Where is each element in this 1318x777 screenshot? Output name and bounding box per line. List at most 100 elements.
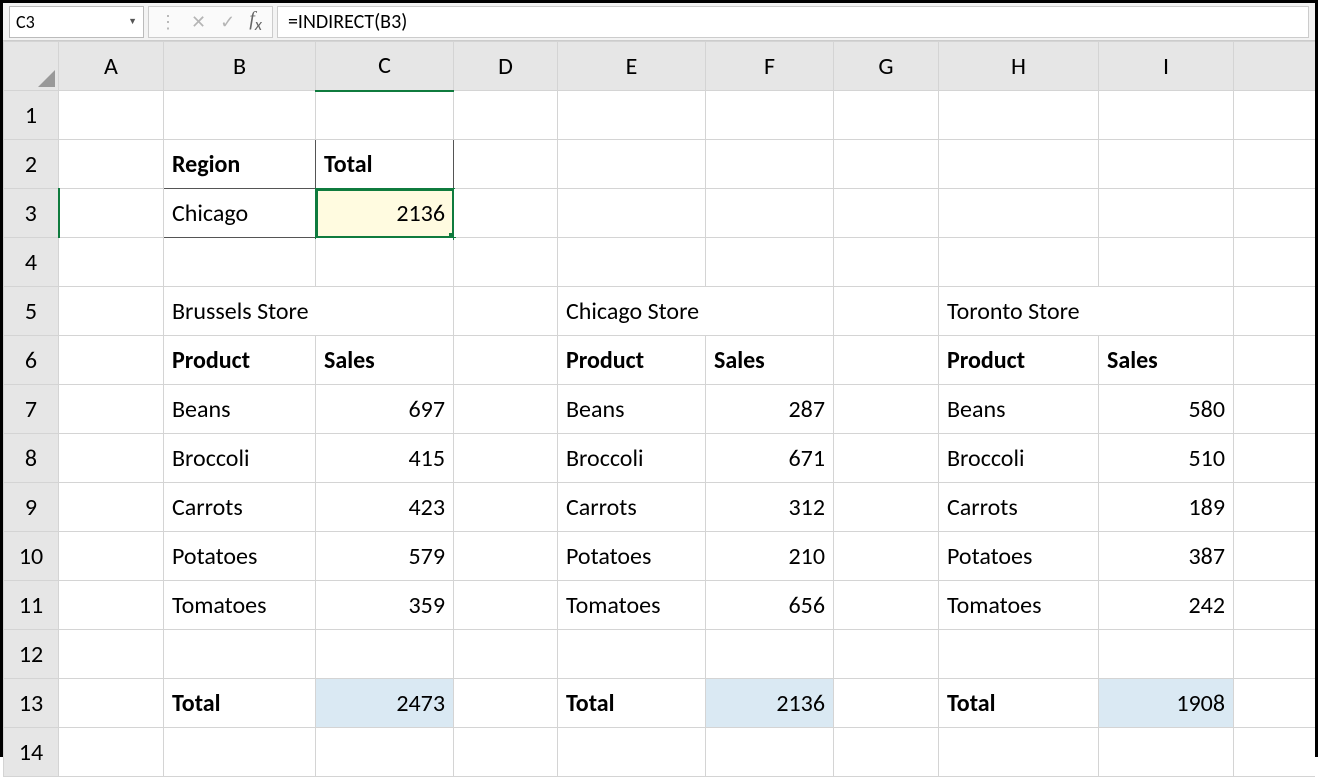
cell-G9[interactable] bbox=[834, 483, 939, 532]
cell-I3[interactable] bbox=[1099, 189, 1234, 238]
row-header-9[interactable]: 9 bbox=[4, 483, 59, 532]
cell-F8[interactable]: 671 bbox=[706, 434, 834, 483]
cell-A7[interactable] bbox=[59, 385, 164, 434]
cell-H14[interactable] bbox=[939, 728, 1099, 777]
cell-E8[interactable]: Broccoli bbox=[558, 434, 706, 483]
cell-C2[interactable]: Total bbox=[316, 140, 454, 189]
cell-J11[interactable] bbox=[1234, 581, 1316, 630]
row-header-8[interactable]: 8 bbox=[4, 434, 59, 483]
cell-C3[interactable]: 2136 bbox=[316, 189, 454, 238]
cell-E9[interactable]: Carrots bbox=[558, 483, 706, 532]
cell-G7[interactable] bbox=[834, 385, 939, 434]
cell-A1[interactable] bbox=[59, 91, 164, 140]
cancel-icon[interactable]: ✕ bbox=[191, 11, 206, 33]
cell-G1[interactable] bbox=[834, 91, 939, 140]
cell-D10[interactable] bbox=[454, 532, 558, 581]
cell-I12[interactable] bbox=[1099, 630, 1234, 679]
cell-H2[interactable] bbox=[939, 140, 1099, 189]
cell-J2[interactable] bbox=[1234, 140, 1316, 189]
cell-B12[interactable] bbox=[164, 630, 316, 679]
cell-A12[interactable] bbox=[59, 630, 164, 679]
cell-B14[interactable] bbox=[164, 728, 316, 777]
cell-D6[interactable] bbox=[454, 336, 558, 385]
cell-E10[interactable]: Potatoes bbox=[558, 532, 706, 581]
cell-C4[interactable] bbox=[316, 238, 454, 287]
cell-J10[interactable] bbox=[1234, 532, 1316, 581]
row-header-13[interactable]: 13 bbox=[4, 679, 59, 728]
cell-E5[interactable]: Chicago Store bbox=[558, 287, 706, 336]
cell-B11[interactable]: Tomatoes bbox=[164, 581, 316, 630]
cell-B4[interactable] bbox=[164, 238, 316, 287]
cell-B3[interactable]: Chicago bbox=[164, 189, 316, 238]
cell-B6[interactable]: Product bbox=[164, 336, 316, 385]
cell-H6[interactable]: Product bbox=[939, 336, 1099, 385]
cell-F2[interactable] bbox=[706, 140, 834, 189]
cell-A13[interactable] bbox=[59, 679, 164, 728]
cell-C14[interactable] bbox=[316, 728, 454, 777]
cell-I4[interactable] bbox=[1099, 238, 1234, 287]
cell-B2[interactable]: Region bbox=[164, 140, 316, 189]
cell-I9[interactable]: 189 bbox=[1099, 483, 1234, 532]
cell-G2[interactable] bbox=[834, 140, 939, 189]
cell-F3[interactable] bbox=[706, 189, 834, 238]
row-header-5[interactable]: 5 bbox=[4, 287, 59, 336]
cell-E14[interactable] bbox=[558, 728, 706, 777]
cell-I5[interactable] bbox=[1099, 287, 1234, 336]
cell-I13[interactable]: 1908 bbox=[1099, 679, 1234, 728]
col-header-F[interactable]: F bbox=[706, 42, 834, 91]
cell-F13[interactable]: 2136 bbox=[706, 679, 834, 728]
name-box-dropdown-icon[interactable]: ▼ bbox=[128, 16, 137, 27]
cell-I6[interactable]: Sales bbox=[1099, 336, 1234, 385]
cell-G6[interactable] bbox=[834, 336, 939, 385]
cell-H7[interactable]: Beans bbox=[939, 385, 1099, 434]
cell-B9[interactable]: Carrots bbox=[164, 483, 316, 532]
cell-A10[interactable] bbox=[59, 532, 164, 581]
cell-J6[interactable] bbox=[1234, 336, 1316, 385]
cell-C10[interactable]: 579 bbox=[316, 532, 454, 581]
cell-J14[interactable] bbox=[1234, 728, 1316, 777]
row-header-12[interactable]: 12 bbox=[4, 630, 59, 679]
cell-B10[interactable]: Potatoes bbox=[164, 532, 316, 581]
cell-G11[interactable] bbox=[834, 581, 939, 630]
col-header-A[interactable]: A bbox=[59, 42, 164, 91]
cell-G14[interactable] bbox=[834, 728, 939, 777]
cell-E4[interactable] bbox=[558, 238, 706, 287]
cell-C7[interactable]: 697 bbox=[316, 385, 454, 434]
cell-H9[interactable]: Carrots bbox=[939, 483, 1099, 532]
cell-H3[interactable] bbox=[939, 189, 1099, 238]
cell-F4[interactable] bbox=[706, 238, 834, 287]
col-header-B[interactable]: B bbox=[164, 42, 316, 91]
cell-J5[interactable] bbox=[1234, 287, 1316, 336]
col-header-G[interactable]: G bbox=[834, 42, 939, 91]
name-box[interactable]: C3 ▼ bbox=[9, 6, 144, 38]
cell-D1[interactable] bbox=[454, 91, 558, 140]
col-header-C[interactable]: C bbox=[316, 42, 454, 91]
cell-A6[interactable] bbox=[59, 336, 164, 385]
cell-D14[interactable] bbox=[454, 728, 558, 777]
cell-B13[interactable]: Total bbox=[164, 679, 316, 728]
cell-A11[interactable] bbox=[59, 581, 164, 630]
cell-J7[interactable] bbox=[1234, 385, 1316, 434]
cell-A9[interactable] bbox=[59, 483, 164, 532]
cell-F5[interactable] bbox=[706, 287, 834, 336]
cell-E13[interactable]: Total bbox=[558, 679, 706, 728]
cell-F10[interactable]: 210 bbox=[706, 532, 834, 581]
cell-D5[interactable] bbox=[454, 287, 558, 336]
cell-F11[interactable]: 656 bbox=[706, 581, 834, 630]
cell-F12[interactable] bbox=[706, 630, 834, 679]
formula-input[interactable]: =INDIRECT(B3) bbox=[277, 6, 1309, 38]
cell-E3[interactable] bbox=[558, 189, 706, 238]
cell-I2[interactable] bbox=[1099, 140, 1234, 189]
cell-D4[interactable] bbox=[454, 238, 558, 287]
cell-D7[interactable] bbox=[454, 385, 558, 434]
cell-H5[interactable]: Toronto Store bbox=[939, 287, 1099, 336]
cell-B7[interactable]: Beans bbox=[164, 385, 316, 434]
row-header-10[interactable]: 10 bbox=[4, 532, 59, 581]
cell-J8[interactable] bbox=[1234, 434, 1316, 483]
cell-G4[interactable] bbox=[834, 238, 939, 287]
row-header-6[interactable]: 6 bbox=[4, 336, 59, 385]
cell-J1[interactable] bbox=[1234, 91, 1316, 140]
col-header-E[interactable]: E bbox=[558, 42, 706, 91]
cell-F14[interactable] bbox=[706, 728, 834, 777]
cell-G13[interactable] bbox=[834, 679, 939, 728]
